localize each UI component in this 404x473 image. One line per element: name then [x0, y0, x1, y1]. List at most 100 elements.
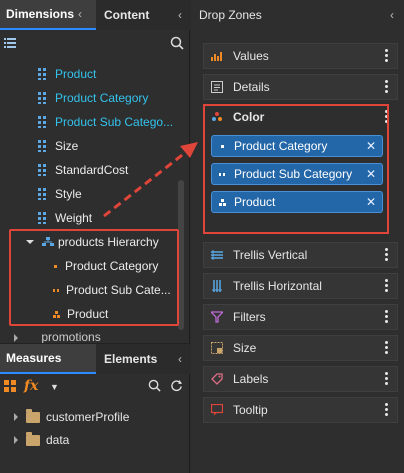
tree-item-product-sub-category[interactable]: Product Sub Catego...: [38, 111, 173, 133]
dimension-icon: [38, 68, 48, 80]
zone-trellis-vertical[interactable]: Trellis Vertical: [203, 242, 398, 268]
folder-icon: [26, 431, 40, 446]
grid-view-icon[interactable]: [4, 380, 16, 392]
folder-icon: [26, 408, 40, 423]
folder-label: customerProfile: [46, 410, 130, 424]
color-chip-product-sub-category[interactable]: Product Sub Category ✕: [211, 163, 383, 185]
chevron-right-icon[interactable]: [14, 333, 18, 342]
more-options-icon[interactable]: [385, 48, 389, 66]
chevron-left-icon[interactable]: ‹: [390, 0, 394, 30]
folder-customer-profile[interactable]: customerProfile: [14, 406, 129, 428]
zone-tooltip[interactable]: Tooltip: [203, 397, 398, 423]
more-options-icon[interactable]: [385, 247, 389, 265]
trellis-vertical-icon: [210, 248, 224, 262]
formula-icon[interactable]: fx: [24, 378, 38, 394]
tab-content[interactable]: Content ‹: [96, 0, 190, 30]
dimension-icon: [38, 116, 48, 128]
tree-item-label: StandardCost: [55, 163, 129, 177]
close-icon[interactable]: ✕: [366, 195, 376, 209]
filter-icon: [210, 310, 224, 324]
zone-label: Details: [233, 80, 270, 94]
chip-label: Product: [234, 195, 276, 209]
search-icon[interactable]: [170, 36, 184, 50]
tab-measures-label: Measures: [6, 351, 62, 365]
chevron-right-icon[interactable]: [14, 436, 18, 444]
drop-zones-pane: Drop Zones ‹ Values Details Color Trelli…: [191, 0, 404, 473]
dimension-icon: [38, 92, 48, 104]
bar-chart-icon: [210, 49, 224, 63]
tree-item-product[interactable]: Product: [38, 63, 96, 85]
dimension-icon: [38, 164, 48, 176]
dimension-icon: [38, 188, 48, 200]
chevron-right-icon[interactable]: [14, 413, 18, 421]
dimension-icon: [38, 212, 48, 224]
measures-toolbar: fx ▼: [0, 374, 190, 398]
more-options-icon[interactable]: [385, 309, 389, 327]
zone-size[interactable]: Size: [203, 335, 398, 361]
tree-item-size[interactable]: Size: [38, 135, 78, 157]
zone-details[interactable]: Details: [203, 74, 398, 100]
level-1-icon: [217, 144, 227, 148]
more-options-icon[interactable]: [385, 79, 389, 97]
folder-data[interactable]: data: [14, 429, 69, 451]
zone-label: Trellis Horizontal: [233, 279, 322, 293]
color-chip-product[interactable]: Product ✕: [211, 191, 383, 213]
tree-item-label: promotions: [41, 330, 101, 344]
tab-elements[interactable]: Elements ‹: [96, 344, 190, 374]
zone-labels[interactable]: Labels: [203, 366, 398, 392]
caret-down-icon[interactable]: ▼: [50, 382, 59, 392]
close-icon[interactable]: ✕: [366, 167, 376, 181]
trellis-horizontal-icon: [210, 279, 224, 293]
tree-item-style[interactable]: Style: [38, 183, 82, 205]
close-icon[interactable]: ✕: [366, 139, 376, 153]
tab-dimensions-label: Dimensions: [6, 7, 75, 21]
chip-label: Product Category: [234, 139, 328, 153]
tree-item-product-category[interactable]: Product Category: [38, 87, 148, 109]
refresh-icon[interactable]: [170, 379, 183, 392]
tree-item-weight[interactable]: Weight: [38, 207, 92, 229]
color-chip-product-category[interactable]: Product Category ✕: [211, 135, 383, 157]
bottom-tabs: Measures Elements ‹: [0, 343, 190, 374]
more-options-icon[interactable]: [385, 340, 389, 358]
size-icon: [210, 341, 224, 355]
tooltip-icon: [210, 403, 224, 417]
tag-icon: [210, 372, 224, 386]
more-options-icon[interactable]: [385, 402, 389, 420]
details-icon: [210, 80, 224, 94]
folder-label: data: [46, 433, 70, 447]
level-2-icon: [217, 172, 227, 176]
chip-label: Product Sub Category: [234, 167, 353, 181]
tab-elements-label: Elements: [104, 352, 158, 366]
dimension-icon: [38, 140, 48, 152]
zone-label: Trellis Vertical: [233, 248, 308, 262]
tree-item-label: Product Category: [55, 91, 149, 105]
chevron-left-icon[interactable]: ‹: [78, 0, 82, 29]
drop-zones-title: Drop Zones: [199, 8, 262, 22]
more-options-icon[interactable]: [385, 371, 389, 389]
tree-item-promotions[interactable]: promotions: [14, 330, 101, 344]
tree-item-label: Weight: [55, 211, 93, 225]
zone-trellis-horizontal[interactable]: Trellis Horizontal: [203, 273, 398, 299]
tab-content-label: Content: [104, 8, 150, 22]
more-options-icon[interactable]: [385, 278, 389, 296]
chevron-left-icon[interactable]: ‹: [178, 344, 182, 374]
list-view-icon[interactable]: [4, 38, 16, 48]
tab-dimensions[interactable]: Dimensions ‹: [0, 0, 96, 30]
tree-item-standard-cost[interactable]: StandardCost: [38, 159, 128, 181]
chevron-left-icon[interactable]: ‹: [178, 0, 182, 30]
hierarchy-highlight-box: [9, 229, 179, 326]
level-3-icon: [217, 198, 227, 206]
zone-label: Values: [233, 49, 269, 63]
search-icon[interactable]: [148, 379, 161, 392]
tree-item-label: Style: [55, 187, 82, 201]
zone-values[interactable]: Values: [203, 43, 398, 69]
dimensions-toolbar: [0, 32, 190, 56]
tab-measures[interactable]: Measures: [0, 344, 96, 374]
zone-label: Size: [233, 341, 257, 355]
zone-filters[interactable]: Filters: [203, 304, 398, 330]
drop-zones-header: Drop Zones ‹: [191, 0, 404, 30]
zone-label: Tooltip: [233, 403, 268, 417]
zone-label: Labels: [233, 372, 269, 386]
tree-item-label: Product: [55, 67, 97, 81]
tree-item-label: Product Sub Catego...: [55, 115, 174, 129]
